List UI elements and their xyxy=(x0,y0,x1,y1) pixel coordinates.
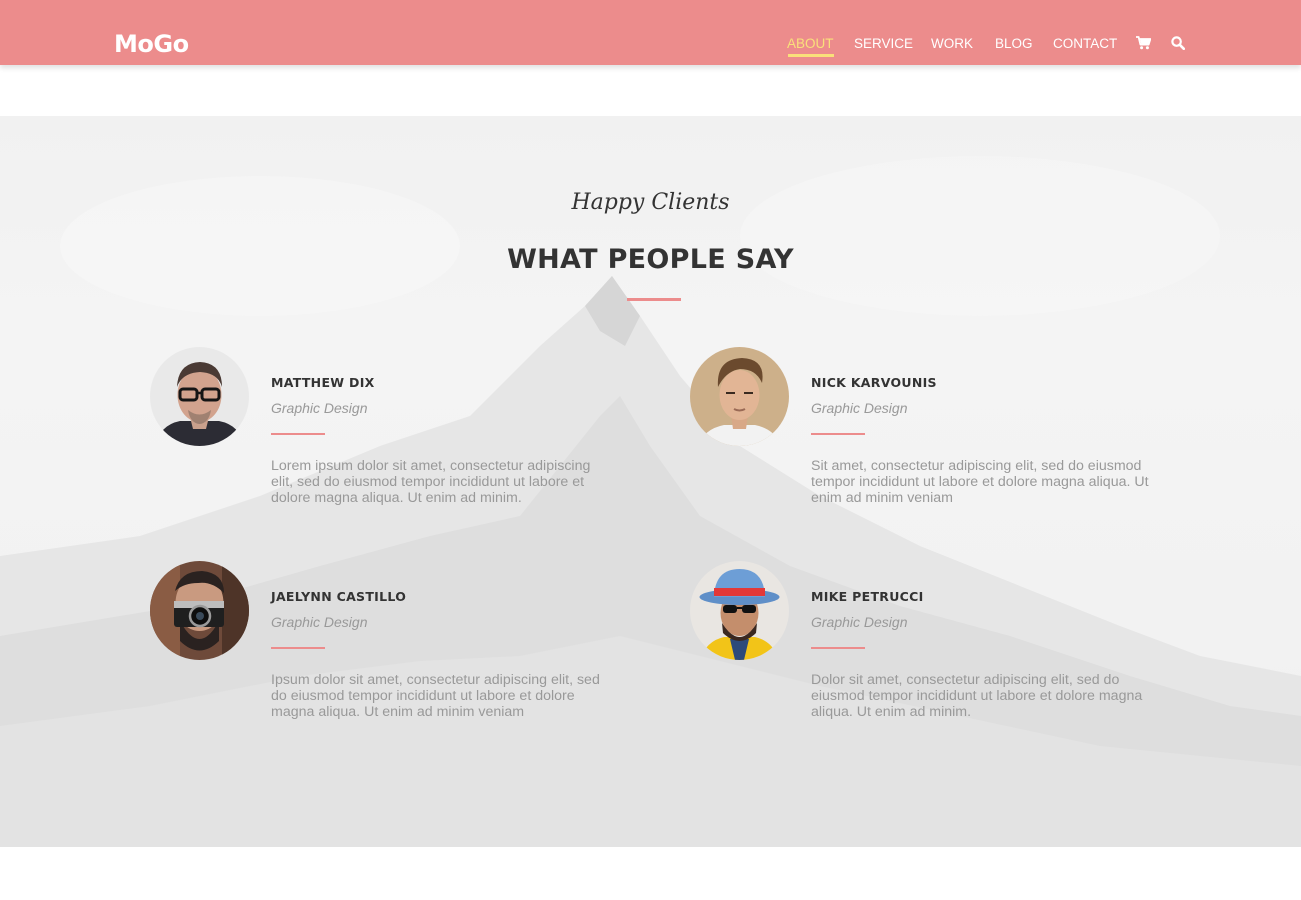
client-name: JAELYNN CASTILLO xyxy=(271,589,407,604)
card-divider xyxy=(271,433,325,435)
nav-active-underline xyxy=(788,54,834,57)
client-quote: Ipsum dolor sit amet, consectetur adipis… xyxy=(271,672,600,720)
client-name: NICK KARVOUNIS xyxy=(811,375,937,390)
client-role: Graphic Design xyxy=(811,614,908,630)
client-quote: Sit amet, consectetur adipiscing elit, s… xyxy=(811,458,1149,506)
client-name: MIKE PETRUCCI xyxy=(811,589,924,604)
site-header: MoGo ABOUT SERVICE WORK BLOG CONTACT xyxy=(0,0,1301,65)
section-title: WHAT PEOPLE SAY xyxy=(507,244,794,275)
nav-item-work[interactable]: WORK xyxy=(931,36,973,52)
testimonials-section: Happy Clients WHAT PEOPLE SAY MATTHEW DI… xyxy=(0,116,1301,847)
nav-item-service[interactable]: SERVICE xyxy=(854,36,913,52)
client-quote: Dolor sit amet, consectetur adipiscing e… xyxy=(811,672,1143,720)
testimonial-card: MIKE PETRUCCI Graphic Design Dolor sit a… xyxy=(690,561,1160,741)
client-role: Graphic Design xyxy=(271,614,368,630)
nav-item-blog[interactable]: BLOG xyxy=(995,36,1033,52)
testimonial-card: JAELYNN CASTILLO Graphic Design Ipsum do… xyxy=(150,561,620,741)
search-icon[interactable] xyxy=(1171,36,1186,55)
testimonial-card: NICK KARVOUNIS Graphic Design Sit amet, … xyxy=(690,347,1160,527)
client-role: Graphic Design xyxy=(811,400,908,416)
card-divider xyxy=(811,433,865,435)
nav-item-contact[interactable]: CONTACT xyxy=(1053,36,1117,52)
cart-icon[interactable] xyxy=(1136,36,1152,55)
client-quote: Lorem ipsum dolor sit amet, consectetur … xyxy=(271,458,591,506)
card-divider xyxy=(811,647,865,649)
avatar xyxy=(150,561,249,660)
avatar xyxy=(150,347,249,446)
avatar xyxy=(690,347,789,446)
client-role: Graphic Design xyxy=(271,400,368,416)
section-script-title: Happy Clients xyxy=(571,190,730,215)
testimonial-card: MATTHEW DIX Graphic Design Lorem ipsum d… xyxy=(150,347,620,527)
title-divider xyxy=(627,298,681,301)
client-name: MATTHEW DIX xyxy=(271,375,375,390)
site-logo[interactable]: MoGo xyxy=(114,28,189,60)
avatar xyxy=(690,561,789,660)
nav-item-about[interactable]: ABOUT xyxy=(787,36,834,52)
card-divider xyxy=(271,647,325,649)
